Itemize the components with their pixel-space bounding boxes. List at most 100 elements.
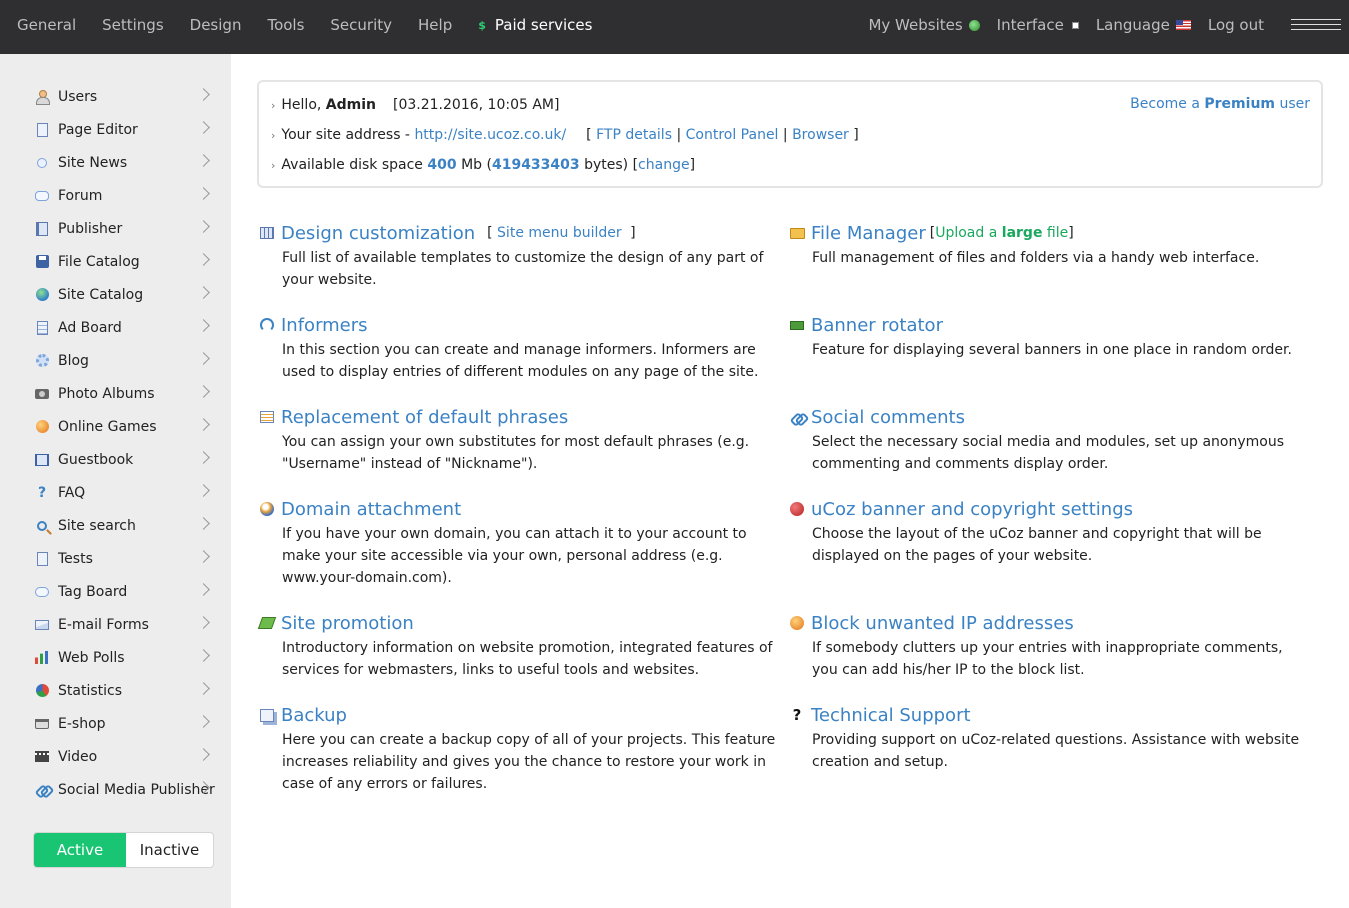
sidebar-item-page-editor[interactable]: Page Editor — [0, 113, 231, 146]
top-nav-left: General Settings Design Tools Security H… — [17, 0, 618, 50]
sidebar-item-tag-board[interactable]: Tag Board — [0, 575, 231, 608]
sidebar-item-forum[interactable]: Forum — [0, 179, 231, 212]
tag-icon — [34, 584, 50, 600]
disk-bytes-suffix: bytes) [ — [584, 157, 639, 173]
feature-description: Full list of available templates to cust… — [282, 250, 764, 288]
chevron-right-icon — [197, 715, 210, 728]
ftp-details-link[interactable]: FTP details — [596, 127, 672, 143]
disk-space-mb: 400 — [427, 157, 457, 173]
sidebar-item-guestbook[interactable]: Guestbook — [0, 443, 231, 476]
sidebar-item-label: Web Polls — [58, 649, 125, 666]
file-manager-link[interactable]: File Manager — [811, 223, 926, 244]
feature-description: Choose the layout of the uCoz banner and… — [812, 526, 1262, 564]
sidebar-item-file-catalog[interactable]: File Catalog — [0, 245, 231, 278]
bracket-close: ] — [630, 225, 636, 241]
video-icon — [34, 749, 50, 765]
nav-settings[interactable]: Settings — [102, 16, 164, 34]
feature-banner-rotator: Banner rotator Feature for displaying se… — [789, 313, 1309, 361]
sidebar-item-label: Photo Albums — [58, 385, 155, 402]
control-panel-link[interactable]: Control Panel — [686, 127, 779, 143]
us-flag-icon — [1175, 20, 1191, 30]
sidebar-item-photo-albums[interactable]: Photo Albums — [0, 377, 231, 410]
change-disk-link[interactable]: change — [638, 157, 690, 173]
board-icon — [34, 320, 50, 336]
nav-general[interactable]: General — [17, 16, 76, 34]
ucoz-banner-copyright-link[interactable]: uCoz banner and copyright settings — [811, 499, 1133, 520]
nav-logout[interactable]: Log out — [1208, 16, 1264, 34]
sidebar-item-tests[interactable]: Tests — [0, 542, 231, 575]
sidebar-item-label: Publisher — [58, 220, 123, 237]
sidebar-item-publisher[interactable]: Publisher — [0, 212, 231, 245]
link-icon — [789, 409, 805, 425]
upload-large-file-link[interactable]: Upload a large file — [935, 225, 1068, 241]
faq-icon: ? — [37, 484, 47, 501]
sidebar-item-label: Blog — [58, 352, 89, 369]
sidebar-item-faq[interactable]: ? FAQ — [0, 476, 231, 509]
chevron-right-icon — [197, 550, 210, 563]
backup-link[interactable]: Backup — [281, 705, 347, 726]
site-url-link[interactable]: http://site.ucoz.co.uk/ — [414, 127, 566, 143]
sidebar-item-site-search[interactable]: Site search — [0, 509, 231, 542]
browser-link[interactable]: Browser — [792, 127, 849, 143]
sidebar-item-blog[interactable]: Blog — [0, 344, 231, 377]
chat-icon — [34, 188, 50, 204]
become-premium-link[interactable]: Become a Premium user — [1130, 96, 1310, 112]
sidebar-item-label: E-mail Forms — [58, 616, 149, 633]
site-menu-builder-link[interactable]: Site menu builder — [497, 225, 622, 241]
camera-icon — [34, 386, 50, 402]
sidebar-item-site-news[interactable]: Site News — [0, 146, 231, 179]
sidebar-item-social-media-publisher[interactable]: Social Media Publisher — [0, 773, 231, 806]
sidebar-item-label: Social Media Publisher — [58, 781, 215, 798]
disk-unit: Mb ( — [461, 157, 492, 173]
question-glyph: ? — [792, 706, 802, 724]
technical-support-link[interactable]: Technical Support — [811, 705, 971, 726]
block-ip-link[interactable]: Block unwanted IP addresses — [811, 613, 1074, 634]
nav-my-websites[interactable]: My Websites — [868, 16, 980, 34]
site-address-label: Your site address - — [281, 127, 410, 143]
chevron-right-icon — [197, 583, 210, 596]
hello-text: Hello, — [281, 97, 322, 113]
menu-icon[interactable] — [1291, 18, 1341, 32]
nav-paid-services[interactable]: $ Paid services — [478, 16, 592, 34]
sidebar-item-web-polls[interactable]: Web Polls — [0, 641, 231, 674]
feature-technical-support: ? Technical Support Providing support on … — [789, 703, 1309, 773]
nav-interface[interactable]: Interface — [997, 16, 1079, 34]
banner-icon — [789, 317, 805, 333]
toggle-active-button[interactable]: Active — [34, 833, 126, 867]
toggle-inactive-button[interactable]: Inactive — [126, 833, 213, 867]
upload-large-text: large — [1001, 225, 1043, 241]
bracket-close: ] — [689, 157, 696, 173]
informers-link[interactable]: Informers — [281, 315, 368, 336]
nav-security[interactable]: Security — [330, 16, 392, 34]
sidebar-item-video[interactable]: Video — [0, 740, 231, 773]
design-customization-link[interactable]: Design customization — [281, 223, 475, 244]
sidebar-item-site-catalog[interactable]: Site Catalog — [0, 278, 231, 311]
banner-rotator-link[interactable]: Banner rotator — [811, 315, 943, 336]
account-info-box: › Hello, Admin [03.21.2016, 10:05 AM] › … — [257, 80, 1323, 188]
square-icon — [1071, 21, 1079, 29]
phrases-icon — [259, 409, 275, 425]
upload-a-text: Upload a — [935, 225, 998, 241]
social-comments-link[interactable]: Social comments — [811, 407, 965, 428]
search-icon — [34, 518, 50, 534]
interface-label: Interface — [996, 16, 1064, 34]
sidebar-item-ad-board[interactable]: Ad Board — [0, 311, 231, 344]
nav-design[interactable]: Design — [190, 16, 242, 34]
chevron-right-icon — [197, 220, 210, 233]
feature-block-ip: Block unwanted IP addresses If somebody … — [789, 611, 1309, 681]
nav-tools[interactable]: Tools — [267, 16, 304, 34]
domain-attachment-link[interactable]: Domain attachment — [281, 499, 461, 520]
sidebar-item-e-shop[interactable]: E-shop — [0, 707, 231, 740]
sidebar-item-email-forms[interactable]: E-mail Forms — [0, 608, 231, 641]
sidebar-item-users[interactable]: Users — [0, 80, 231, 113]
site-promotion-link[interactable]: Site promotion — [281, 613, 414, 634]
sidebar-item-label: FAQ — [58, 484, 86, 501]
nav-language[interactable]: Language — [1096, 16, 1191, 34]
globe-icon — [34, 287, 50, 303]
sidebar-item-online-games[interactable]: Online Games — [0, 410, 231, 443]
replacement-phrases-link[interactable]: Replacement of default phrases — [281, 407, 568, 428]
sidebar-item-statistics[interactable]: Statistics — [0, 674, 231, 707]
sidebar-item-label: Tag Board — [58, 583, 128, 600]
disk-space-bytes: 419433403 — [491, 157, 580, 173]
nav-help[interactable]: Help — [418, 16, 452, 34]
